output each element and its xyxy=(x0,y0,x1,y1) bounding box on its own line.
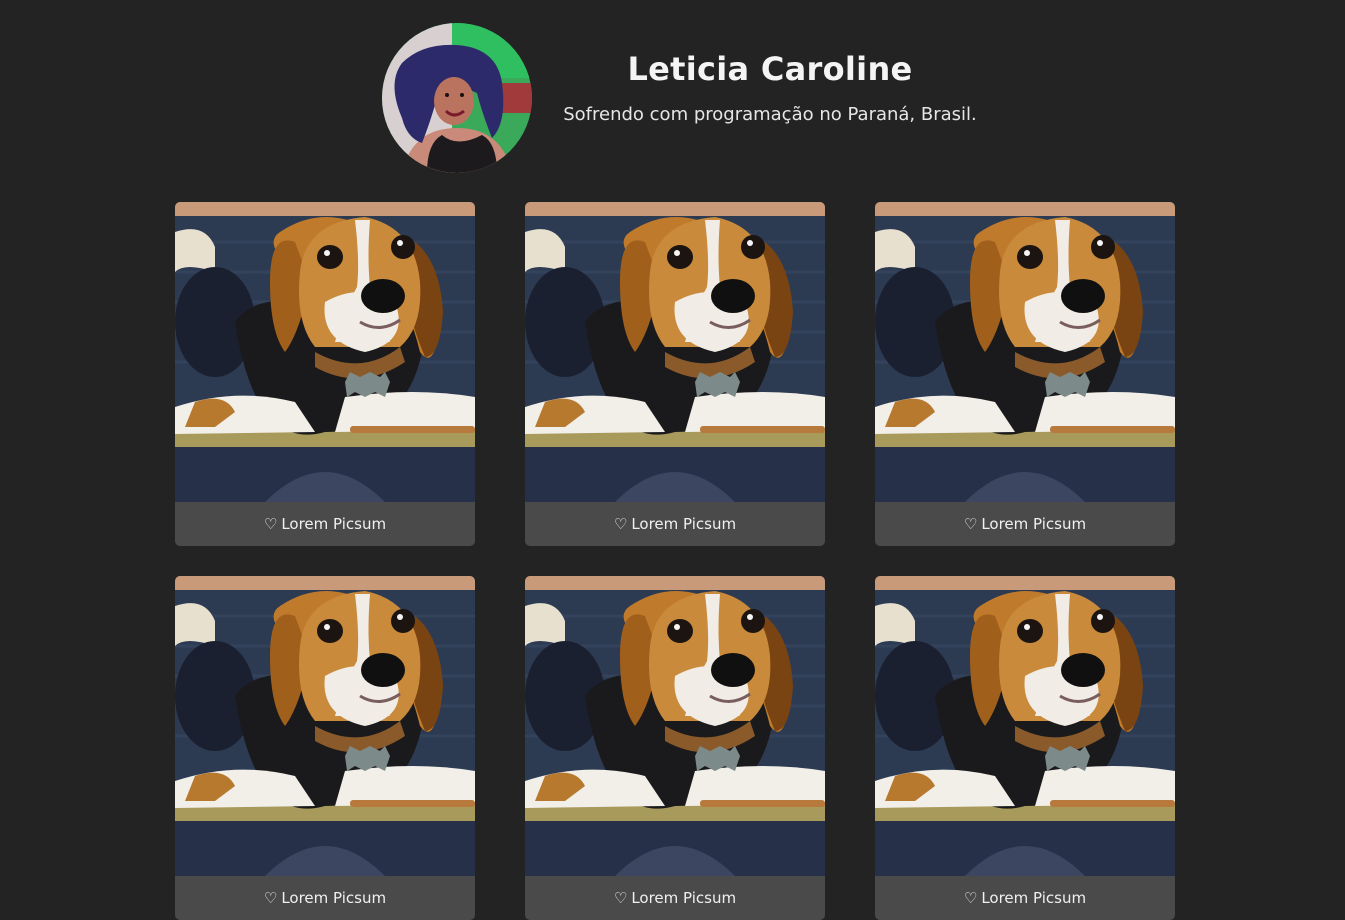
dog-photo[interactable] xyxy=(875,576,1175,876)
dog-photo[interactable] xyxy=(175,202,475,502)
photo-card[interactable]: ♡ Lorem Picsum xyxy=(875,202,1175,546)
caption-text: Lorem Picsum xyxy=(981,889,1087,907)
profile-bio: Sofrendo com programação no Paraná, Bras… xyxy=(563,104,977,125)
heart-icon[interactable]: ♡ xyxy=(614,515,627,533)
photo-card[interactable]: ♡ Lorem Picsum xyxy=(525,576,825,920)
caption-text: Lorem Picsum xyxy=(281,515,387,533)
profile-name: Leticia Caroline xyxy=(627,50,913,88)
avatar-image xyxy=(382,23,532,173)
card-caption[interactable]: ♡ Lorem Picsum xyxy=(175,876,475,920)
caption-text: Lorem Picsum xyxy=(281,889,387,907)
card-caption[interactable]: ♡ Lorem Picsum xyxy=(525,502,825,546)
photo-card[interactable]: ♡ Lorem Picsum xyxy=(875,576,1175,920)
heart-icon[interactable]: ♡ xyxy=(964,889,977,907)
heart-icon[interactable]: ♡ xyxy=(264,889,277,907)
dog-photo[interactable] xyxy=(525,576,825,876)
card-caption[interactable]: ♡ Lorem Picsum xyxy=(525,876,825,920)
caption-text: Lorem Picsum xyxy=(631,515,737,533)
photo-card[interactable]: ♡ Lorem Picsum xyxy=(175,576,475,920)
heart-icon[interactable]: ♡ xyxy=(614,889,627,907)
avatar[interactable] xyxy=(382,23,532,173)
card-caption[interactable]: ♡ Lorem Picsum xyxy=(175,502,475,546)
photo-card[interactable]: ♡ Lorem Picsum xyxy=(525,202,825,546)
heart-icon[interactable]: ♡ xyxy=(264,515,277,533)
dog-photo[interactable] xyxy=(525,202,825,502)
photo-card[interactable]: ♡ Lorem Picsum xyxy=(175,202,475,546)
card-caption[interactable]: ♡ Lorem Picsum xyxy=(875,502,1175,546)
photo-grid: ♡ Lorem Picsum ♡ Lorem Picsum ♡ Lorem Pi… xyxy=(175,202,1175,920)
caption-text: Lorem Picsum xyxy=(981,515,1087,533)
dog-photo[interactable] xyxy=(175,576,475,876)
dog-photo[interactable] xyxy=(875,202,1175,502)
caption-text: Lorem Picsum xyxy=(631,889,737,907)
heart-icon[interactable]: ♡ xyxy=(964,515,977,533)
profile-header: Leticia Caroline Sofrendo com programaçã… xyxy=(0,0,1345,200)
card-caption[interactable]: ♡ Lorem Picsum xyxy=(875,876,1175,920)
